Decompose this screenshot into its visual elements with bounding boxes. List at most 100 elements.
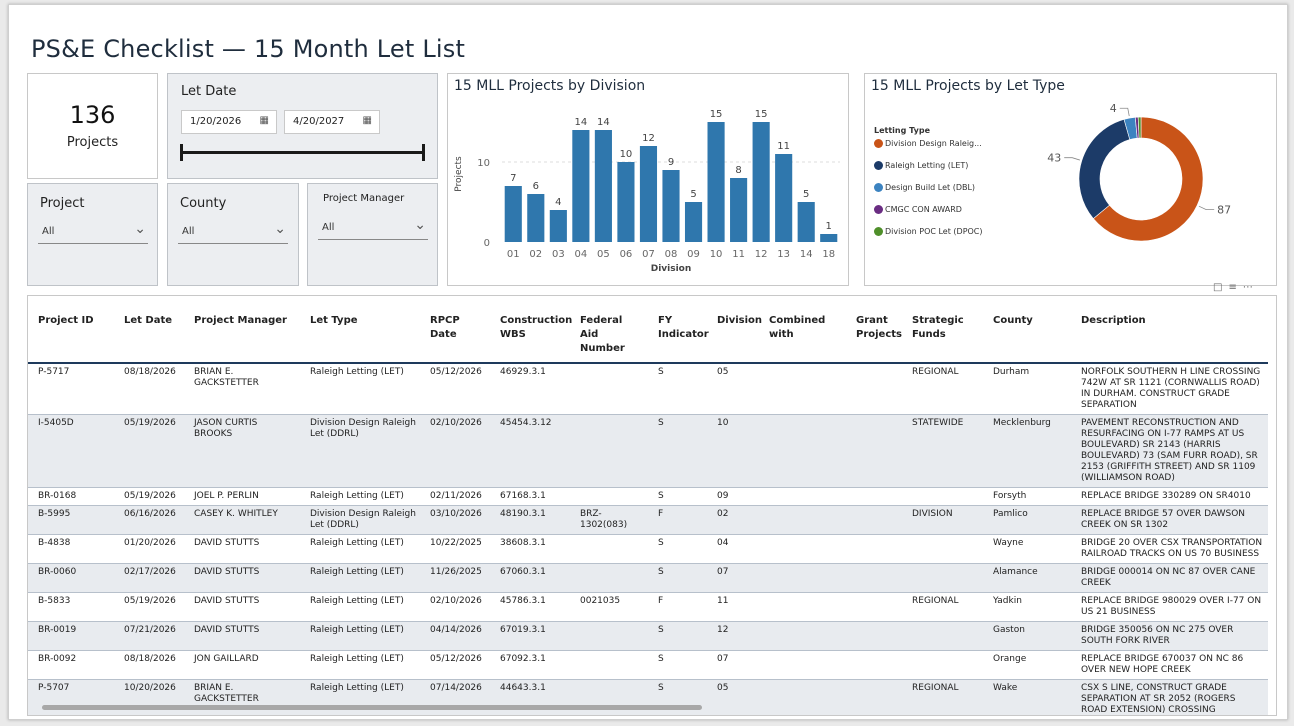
column-header[interactable]: Let Date [114, 296, 184, 364]
bar-division-05[interactable] [594, 130, 612, 242]
projects-label: Projects [66, 135, 119, 150]
table-header-row: Project ID Let Date Project Manager Let Typ… [28, 296, 1268, 364]
column-header[interactable]: Project Manager [184, 296, 300, 364]
table-row[interactable]: B-4838 01/20/2026 DAVID STUTTS Raleigh Lett… [28, 534, 1268, 564]
x-tick-label: 01 [507, 249, 520, 260]
table-cell [846, 534, 902, 564]
column-header[interactable]: Combined with [759, 296, 846, 364]
table-cell: B-5995 [28, 505, 114, 535]
filter-icon[interactable]: ≡ [1228, 282, 1242, 293]
bar-division-10[interactable] [707, 122, 725, 242]
table-cell: JASON CURTIS BROOKS [184, 414, 300, 488]
legend-item[interactable]: Design Build Let (DBL) [874, 183, 983, 205]
table-cell: 05/19/2026 [114, 592, 184, 622]
table-row[interactable]: BR-0092 08/18/2026 JON GAILLARD Raleigh Let… [28, 650, 1268, 680]
table-cell: REGIONAL [902, 363, 983, 415]
column-header[interactable]: FY Indicator [648, 296, 709, 364]
column-header[interactable]: Let Type [300, 296, 420, 364]
county-dropdown[interactable]: All ⌄ [178, 218, 288, 244]
table-row[interactable]: BR-0019 07/21/2026 DAVID STUTTS Raleigh Let… [28, 621, 1268, 651]
legend-label: CMGC CON AWARD [885, 205, 962, 214]
bar-division-11[interactable] [730, 178, 748, 242]
slider-end-handle[interactable] [422, 144, 425, 161]
bar-data-label: 11 [777, 141, 790, 152]
donut-slice-1[interactable] [1078, 118, 1131, 220]
bar-division-09[interactable] [684, 202, 703, 242]
table-cell [902, 534, 983, 564]
project-table-card: Project ID Let Date Project Manager Let Typ… [27, 295, 1277, 716]
column-header[interactable]: Strategic Funds [902, 296, 983, 364]
legend-item[interactable]: Division POC Let (DPOC) [874, 227, 983, 249]
chevron-down-icon[interactable]: ⌄ [134, 221, 146, 237]
column-header[interactable]: Federal Aid Number [570, 296, 648, 364]
bar-division-01[interactable] [504, 186, 522, 242]
table-row[interactable]: BR-0168 05/19/2026 JOEL P. PERLIN Raleigh L… [28, 487, 1268, 506]
table-cell: REGIONAL [902, 592, 983, 622]
donut-chart-title: 15 MLL Projects by Let Type [871, 78, 1065, 94]
table-cell: STATEWIDE [902, 414, 983, 488]
bar-division-08[interactable] [662, 170, 680, 242]
legend-item[interactable]: CMGC CON AWARD [874, 205, 983, 227]
column-header[interactable]: Project ID [28, 296, 114, 364]
horizontal-scrollbar[interactable] [42, 705, 702, 710]
table-row[interactable]: P-5707 10/20/2026 BRIAN E. GACKSTETTER Rale… [28, 679, 1268, 715]
table-row[interactable]: B-5995 06/16/2026 CASEY K. WHITLEY Division… [28, 505, 1268, 535]
bar-division-07[interactable] [639, 146, 658, 242]
let-date-range-slider[interactable] [181, 151, 425, 154]
focus-mode-icon[interactable]: □ [1213, 282, 1228, 293]
table-cell [846, 363, 902, 415]
donut-data-label: 4 [1110, 102, 1117, 115]
report-canvas: PS&E Checklist — 15 Month Let List 136 P… [8, 4, 1288, 720]
bar-division-18[interactable] [820, 234, 838, 242]
column-header[interactable]: Division [707, 296, 762, 364]
calendar-icon[interactable]: ▦ [260, 115, 269, 126]
column-header[interactable]: Construction WBS [490, 296, 572, 364]
table-row[interactable]: B-5833 05/19/2026 DAVID STUTTS Raleigh Lett… [28, 592, 1268, 622]
bar-division-04[interactable] [572, 130, 590, 242]
table-cell: REGIONAL [902, 679, 983, 715]
table-row[interactable]: BR-0060 02/17/2026 DAVID STUTTS Raleigh Let… [28, 563, 1268, 593]
column-header[interactable]: County [983, 296, 1071, 364]
column-header[interactable]: Grant Projects [846, 296, 902, 364]
table-cell: BR-0019 [28, 621, 114, 651]
x-tick-label: 02 [529, 249, 542, 260]
bar-division-06[interactable] [617, 162, 635, 242]
table-row[interactable]: P-5717 08/18/2026 BRIAN E. GACKSTETTER Rale… [28, 363, 1268, 415]
table-cell: 01/20/2026 [114, 534, 184, 564]
bar-data-label: 14 [574, 117, 587, 128]
bar-data-label: 5 [690, 189, 696, 200]
table-cell: 48190.3.1 [490, 505, 570, 535]
let-date-to-input[interactable]: 4/20/2027 ▦ [284, 110, 380, 134]
donut-data-label: 43 [1047, 152, 1061, 165]
bar-data-label: 12 [642, 133, 655, 144]
project-dropdown[interactable]: All ⌄ [38, 218, 148, 244]
legend-item[interactable]: Division Design Raleig... [874, 139, 983, 161]
bar-division-13[interactable] [775, 154, 793, 242]
let-type-donut-chart-card: 87 43 4 15 MLL Projects by Let Type Lettin… [864, 73, 1277, 286]
table-cell: 03/10/2026 [420, 505, 490, 535]
x-tick-label: 03 [552, 249, 565, 260]
chevron-down-icon[interactable]: ⌄ [274, 221, 286, 237]
calendar-icon[interactable]: ▦ [363, 115, 372, 126]
table-cell: Gaston [983, 621, 1071, 651]
y-tick-label: 10 [477, 158, 490, 169]
bar-data-label: 8 [735, 165, 741, 176]
legend-items: Division Design Raleig... Raleigh Letting… [874, 139, 983, 249]
table-row[interactable]: I-5405D 05/19/2026 JASON CURTIS BROOKS Divi… [28, 414, 1268, 488]
table-cell: BR-0168 [28, 487, 114, 506]
bar-division-12[interactable] [752, 122, 770, 242]
legend-item[interactable]: Raleigh Letting (LET) [874, 161, 983, 183]
slider-start-handle[interactable] [180, 144, 183, 161]
project-manager-dropdown[interactable]: All ⌄ [318, 214, 428, 240]
let-date-from-input[interactable]: 1/20/2026 ▦ [181, 110, 277, 134]
bar-division-03[interactable] [549, 210, 567, 242]
bar-data-label: 15 [755, 109, 768, 120]
column-header[interactable]: Description [1071, 296, 1268, 364]
bar-division-14[interactable] [797, 202, 815, 242]
more-options-icon[interactable]: ⋯ [1243, 282, 1259, 293]
column-header[interactable]: RPCP Date [420, 296, 490, 364]
table-cell: REPLACE BRIDGE 670037 ON NC 86 OVER NEW … [1071, 650, 1268, 680]
chevron-down-icon[interactable]: ⌄ [414, 217, 426, 233]
bar-division-02[interactable] [527, 194, 545, 242]
table-cell [846, 487, 902, 506]
